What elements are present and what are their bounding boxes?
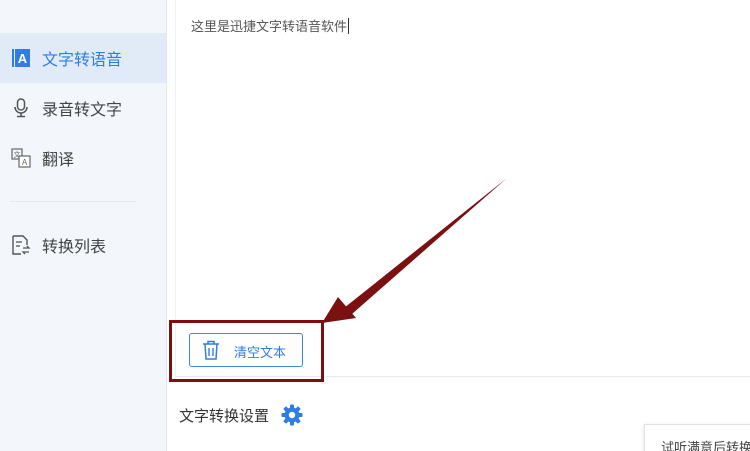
conversion-list-icon	[11, 235, 31, 255]
clear-text-label: 清空文本	[234, 346, 287, 361]
sidebar-item-label: 翻译	[42, 150, 75, 169]
sidebar-item-speech-to-text[interactable]: 录音转文字	[0, 83, 166, 133]
translate-icon: 文 A	[11, 148, 31, 168]
sidebar-item-label: 文字转语音	[42, 50, 123, 69]
sidebar-item-label: 录音转文字	[42, 100, 123, 119]
editor-text[interactable]: 这里是迅捷文字转语音软件	[191, 16, 350, 35]
microphone-icon	[11, 98, 31, 118]
sidebar-item-translate[interactable]: 文 A 翻译	[0, 133, 166, 183]
text-to-speech-icon: A	[11, 48, 31, 68]
sidebar: A 文字转语音 录音转文字 文 A 翻译 转换列表	[0, 0, 167, 451]
settings-title: 文字转换设置	[179, 407, 270, 425]
sidebar-item-text-to-speech[interactable]: A 文字转语音	[0, 33, 166, 83]
tooltip-text: 试听满意后转换	[661, 441, 750, 451]
clear-text-button[interactable]: 清空文本	[189, 333, 303, 367]
svg-text:A: A	[22, 158, 28, 167]
preview-tooltip: 试听满意后转换	[644, 424, 750, 451]
trash-icon	[202, 340, 220, 360]
svg-text:A: A	[18, 51, 28, 66]
text-input-area[interactable]: 这里是迅捷文字转语音软件	[175, 0, 750, 377]
sidebar-divider	[10, 201, 136, 202]
gear-icon[interactable]	[281, 404, 303, 426]
editor-content: 这里是迅捷文字转语音软件	[191, 20, 348, 35]
sidebar-item-conversion-list[interactable]: 转换列表	[0, 220, 166, 270]
text-caret	[348, 18, 350, 34]
sidebar-item-label: 转换列表	[42, 237, 107, 256]
